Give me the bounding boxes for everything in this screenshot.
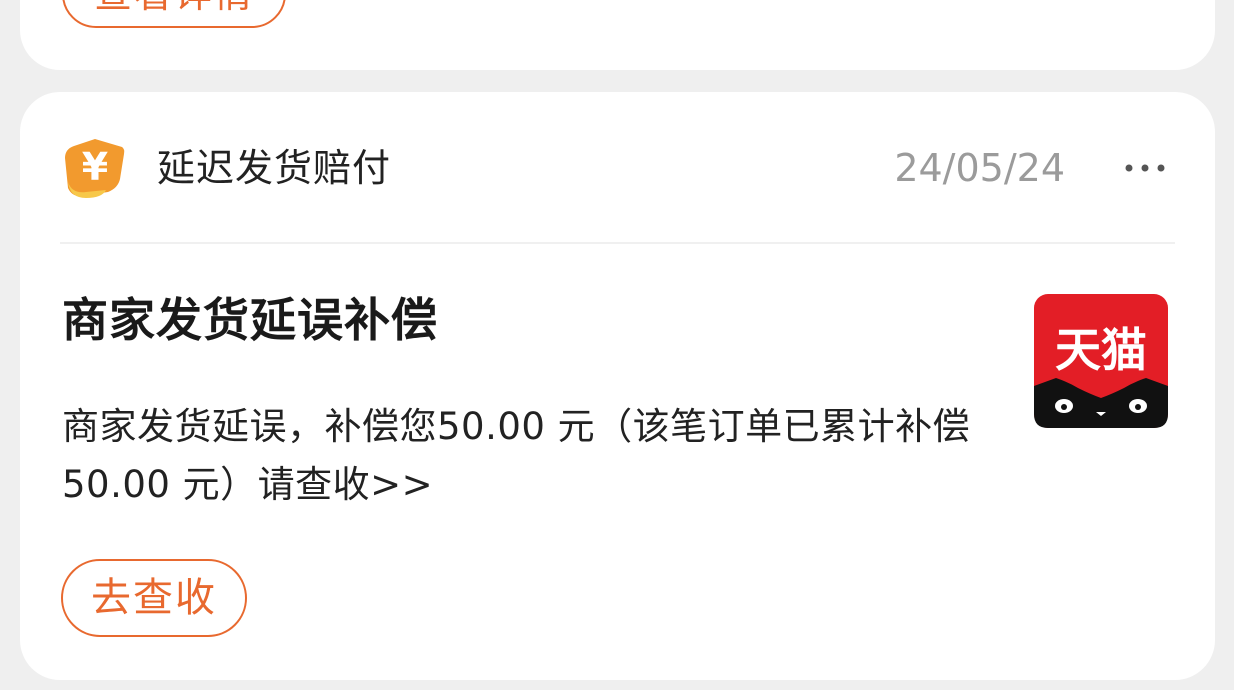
- previous-notification-card: 查看详情: [20, 0, 1215, 70]
- notification-title: 商家发货延误补偿: [62, 293, 438, 347]
- notification-header: ¥ 延迟发货赔付 24/05/24: [20, 92, 1215, 242]
- notification-category: 延迟发货赔付: [157, 146, 392, 190]
- tmall-logo-icon: 天猫: [1034, 294, 1168, 428]
- notification-message[interactable]: 商家发货延误，补偿您50.00 元（该笔订单已累计补偿50.00 元）请查收>>: [62, 398, 997, 514]
- notification-date: 24/05/24: [894, 146, 1065, 190]
- header-divider: [60, 242, 1175, 244]
- svg-text:¥: ¥: [82, 145, 108, 189]
- yen-coin-icon: ¥: [65, 139, 125, 198]
- tmall-logo-text: 天猫: [1055, 323, 1147, 377]
- more-dots-icon[interactable]: [1123, 150, 1167, 186]
- notification-card[interactable]: ¥ 延迟发货赔付 24/05/24 商家发货延误补偿 商家发货延误，补偿您50.…: [20, 92, 1215, 680]
- claim-button[interactable]: 去查收: [61, 559, 247, 637]
- view-details-button[interactable]: 查看详情: [62, 0, 286, 28]
